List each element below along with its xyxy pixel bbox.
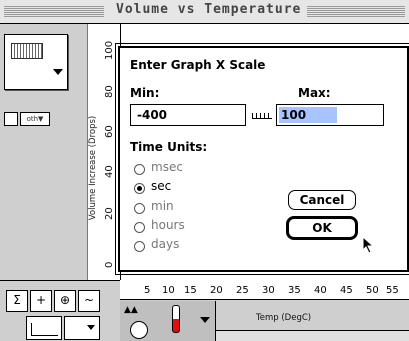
x-tick-label: 20 [210,285,223,296]
radio-label-msec: msec [151,160,183,174]
thermometer-icon [172,305,180,333]
x-tick-label: 5 [144,285,151,296]
range-ruler-icon [252,113,272,119]
x-tick-label: 15 [184,285,197,296]
dialog-title: Enter Graph X Scale [130,58,266,72]
title-bar-stripes [4,5,104,18]
x-tick-label: 30 [262,285,275,296]
radio-msec[interactable] [134,164,145,175]
chevron-down-icon [53,69,63,75]
other-menu-button[interactable]: oth▼ [20,112,50,126]
y-tick-label: 20 [104,207,115,220]
y-tick-label: 40 [104,165,115,178]
min-input[interactable]: -400 [130,104,246,126]
chevron-down-icon [200,317,210,323]
line-graph-button[interactable] [26,316,62,340]
y-tick-label: 0 [104,261,115,268]
x-tick-label: 25 [236,285,249,296]
graph-options-button[interactable] [64,316,100,340]
time-units-label: Time Units: [130,140,208,154]
x-tick-label: 40 [314,285,327,296]
keyboard-icon [11,43,43,59]
y-axis-label: Volume Increase (Drops) [88,115,98,221]
sensor-select-button[interactable] [4,34,68,90]
ok-button[interactable]: OK [286,216,358,240]
x-tick-label: 10 [162,285,175,296]
chevron-down-icon [87,325,95,330]
min-label: Min: [130,86,160,100]
line-graph-icon [31,323,58,336]
panel-arrows-icon: ▲▲ [124,305,138,315]
axis-tool-icon[interactable] [4,112,18,126]
radio-days[interactable] [134,241,145,252]
x-tick-label: 45 [340,285,353,296]
x-tick-label: 50 [366,285,379,296]
crosshair-button[interactable]: + [30,290,52,312]
curve-fit-button[interactable]: ~ [78,290,100,312]
window-title: Volume vs Temperature [110,2,308,17]
y-tick-label: 100 [104,40,115,60]
y-tick-label: 60 [104,125,115,138]
horizontal-scrollbar[interactable] [216,330,409,341]
radio-sec[interactable] [134,183,145,194]
sensor-probe-icon [130,321,148,339]
statistics-button[interactable]: Σ [6,290,28,312]
x-tick-label: 35 [288,285,301,296]
radio-label-days: days [151,237,180,251]
x-tick-label: 55 [386,285,399,296]
temperature-sensor-panel[interactable]: ▲▲ [120,301,216,341]
radio-label-min: min [151,199,174,213]
x-axis-strip: 5 10 15 20 25 30 35 40 45 50 55 [120,280,409,300]
radio-label-sec: sec [151,179,172,193]
max-input[interactable]: 100 [276,104,384,126]
mouse-cursor-icon [362,236,375,254]
y-tick-label: 80 [104,85,115,98]
window-title-bar[interactable]: Volume vs Temperature [0,0,409,24]
max-label: Max: [298,86,331,100]
x-axis-label: Temp (DegC) [256,313,312,323]
cancel-button[interactable]: Cancel [288,190,356,210]
radio-min[interactable] [134,203,145,214]
radio-label-hours: hours [151,218,185,232]
max-input-selected-text: 100 [279,107,337,123]
zoom-in-button[interactable]: ⊕ [54,290,76,312]
radio-hours[interactable] [134,222,145,233]
